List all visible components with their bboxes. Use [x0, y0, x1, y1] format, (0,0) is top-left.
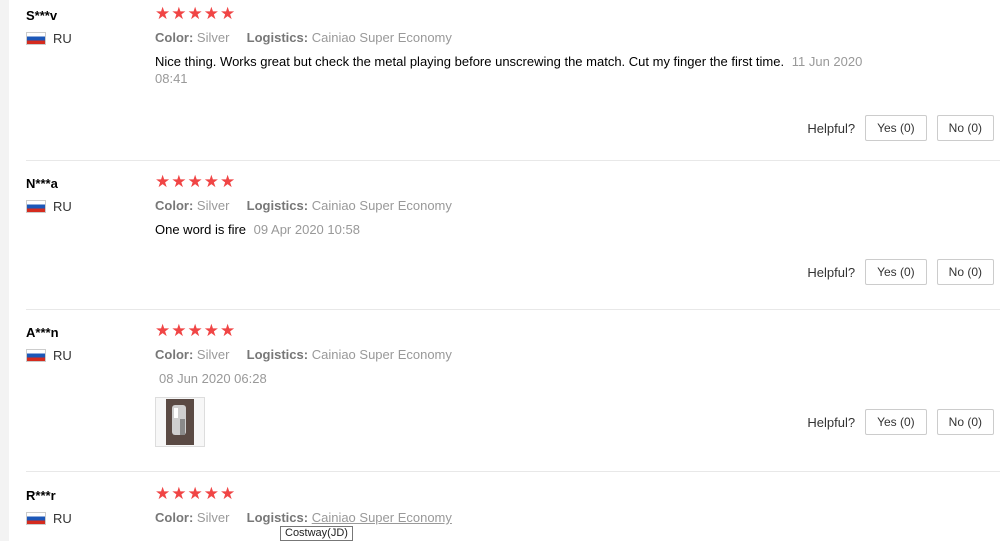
helpful-yes-button[interactable]: Yes (0) [865, 409, 927, 435]
review-body: One word is fire [155, 222, 247, 237]
star-rating: ★★★★★ [155, 484, 237, 503]
country-code: RU [53, 511, 72, 526]
review-attributes: Color: Silver Logistics: Cainiao Super E… [155, 510, 452, 525]
color-value: Silver [196, 510, 230, 525]
review-date: 09 Apr 2020 10:58 [253, 222, 360, 237]
russia-flag-icon [26, 32, 46, 45]
helpful-yes-button[interactable]: Yes (0) [865, 259, 927, 285]
review-text: Nice thing. Works great but check the me… [155, 53, 895, 87]
russia-flag-icon [26, 512, 46, 525]
left-gutter [0, 0, 9, 541]
hover-tooltip: Costway(JD) [280, 526, 353, 541]
star-rating: ★★★★★ [155, 321, 237, 340]
color-label: Color: [155, 198, 194, 213]
star-rating: ★★★★★ [155, 172, 237, 191]
logistics-value: Cainiao Super Economy [311, 347, 452, 362]
review-photo[interactable] [155, 397, 205, 447]
logistics-value: Cainiao Super Economy [311, 30, 452, 45]
russia-flag-icon [26, 349, 46, 362]
color-value: Silver [196, 198, 230, 213]
review-item: R***r RU ★★★★★ Color: Silver Logistics: … [26, 484, 1000, 548]
reviewer-name: N***a [26, 176, 58, 191]
color-label: Color: [155, 510, 194, 525]
reviewer-name: S***v [26, 8, 58, 23]
logistics-value: Cainiao Super Economy [311, 198, 452, 213]
reviewer-country: RU [26, 348, 72, 363]
reviewer-name: A***n [26, 325, 59, 340]
logistics-label: Logistics: [246, 30, 309, 45]
review-date: 08 Jun 2020 06:28 [159, 371, 267, 386]
color-value: Silver [196, 347, 230, 362]
logistics-label: Logistics: [246, 198, 309, 213]
reviewer-country: RU [26, 511, 72, 526]
review-attributes: Color: Silver Logistics: Cainiao Super E… [155, 30, 452, 45]
review-item: A***n RU ★★★★★ Color: Silver Logistics: … [26, 321, 1000, 472]
country-code: RU [53, 31, 72, 46]
helpful-bar: Helpful? Yes (0) No (0) [807, 259, 994, 285]
logistics-label: Logistics: [246, 347, 309, 362]
country-code: RU [53, 199, 72, 214]
helpful-bar: Helpful? Yes (0) No (0) [807, 115, 994, 141]
review-attributes: Color: Silver Logistics: Cainiao Super E… [155, 198, 452, 213]
star-rating: ★★★★★ [155, 4, 237, 23]
helpful-yes-button[interactable]: Yes (0) [865, 115, 927, 141]
reviewer-country: RU [26, 199, 72, 214]
lighter-photo-icon [166, 399, 194, 445]
review-item: N***a RU ★★★★★ Color: Silver Logistics: … [26, 172, 1000, 310]
review-item: S***v RU ★★★★★ Color: Silver Logistics: … [26, 4, 1000, 161]
russia-flag-icon [26, 200, 46, 213]
review-attributes: Color: Silver Logistics: Cainiao Super E… [155, 347, 452, 362]
color-label: Color: [155, 347, 194, 362]
helpful-bar: Helpful? Yes (0) No (0) [807, 409, 994, 435]
review-text: 08 Jun 2020 06:28 [155, 370, 895, 387]
helpful-label: Helpful? [807, 414, 856, 430]
helpful-label: Helpful? [807, 264, 856, 280]
reviewer-name: R***r [26, 488, 56, 503]
logistics-label: Logistics: [246, 510, 309, 525]
country-code: RU [53, 348, 72, 363]
helpful-no-button[interactable]: No (0) [936, 409, 994, 435]
color-value: Silver [196, 30, 230, 45]
helpful-no-button[interactable]: No (0) [936, 259, 994, 285]
helpful-no-button[interactable]: No (0) [936, 115, 994, 141]
review-text: One word is fire 09 Apr 2020 10:58 [155, 221, 895, 238]
helpful-label: Helpful? [807, 120, 856, 136]
reviewer-country: RU [26, 31, 72, 46]
color-label: Color: [155, 30, 194, 45]
review-body: Nice thing. Works great but check the me… [155, 54, 785, 69]
logistics-value: Cainiao Super Economy [311, 510, 452, 525]
